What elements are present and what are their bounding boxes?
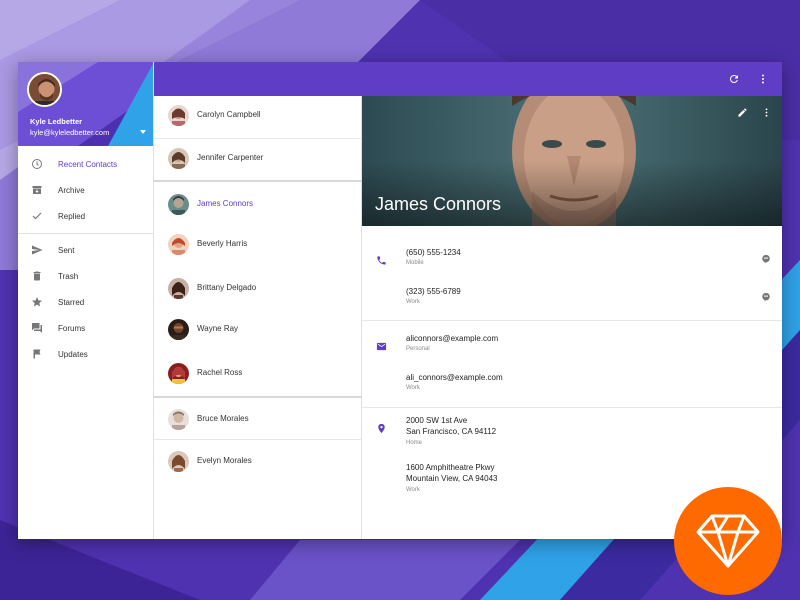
nav-item-starred[interactable]: Starred [18,289,153,315]
address-line-1[interactable]: 2000 SW 1st Ave [406,416,467,425]
nav-label: Forums [58,323,86,333]
address-line-2[interactable]: San Francisco, CA 94112 [406,427,496,436]
contact-name: Bruce Morales [197,414,249,423]
nav-item-sent[interactable]: Sent [18,237,153,263]
edit-icon[interactable] [735,105,749,119]
email-type: Work [406,385,420,391]
contact-hero: James Connors [362,96,782,226]
app-window: Kyle Ledbetter kyle@kyleledbetter.com Re… [18,62,782,539]
nav-item-archive[interactable]: Archive [18,177,153,203]
trash-icon [30,269,44,283]
contact-item-beverly-harris[interactable]: Beverly Harris [154,225,362,263]
nav-label: Archive [58,185,85,195]
nav-item-replied[interactable]: Replied [18,203,153,229]
refresh-icon[interactable] [725,70,743,88]
phone-type: Mobile [406,260,424,266]
contact-avatar [168,409,189,430]
phone-number[interactable]: (650) 555-1234 [406,248,461,257]
message-icon[interactable] [760,253,772,265]
contact-name: Jennifer Carpenter [197,153,264,162]
section-divider [362,407,782,408]
nav-list: Recent Contacts Archive Replied Sent Tra… [18,151,153,367]
contact-list: Carolyn Campbell Jennifer Carpenter Jame… [154,96,362,539]
nav-label: Trash [58,271,79,281]
section-divider [362,320,782,321]
diamond-icon [696,514,760,568]
contact-avatar [168,105,189,126]
account-dropdown-icon[interactable] [140,130,146,134]
contact-item-brittany-delgado[interactable]: Brittany Delgado [154,269,362,307]
contact-name: Beverly Harris [197,239,248,248]
star-icon [30,295,44,309]
phone-icon [374,253,388,267]
phone-type: Work [406,299,420,305]
nav-item-recent-contacts[interactable]: Recent Contacts [18,151,153,177]
nav-item-forums[interactable]: Forums [18,315,153,341]
contact-name-title: James Connors [375,194,502,214]
nav-divider [18,233,153,234]
account-header[interactable]: Kyle Ledbetter kyle@kyleledbetter.com [18,62,153,146]
contact-item-rachel-ross[interactable]: Rachel Ross [154,354,362,392]
clock-icon [30,157,44,171]
address-type: Home [406,440,423,446]
contact-avatar [168,451,189,472]
nav-item-updates[interactable]: Updates [18,341,153,367]
email-address[interactable]: aliconnors@example.com [406,334,498,343]
user-name: Kyle Ledbetter [30,117,83,126]
contact-name: James Connors [197,199,254,208]
avatar[interactable] [27,72,62,107]
send-icon [30,243,44,257]
contact-item-evelyn-morales[interactable]: Evelyn Morales [154,442,362,480]
nav-item-trash[interactable]: Trash [18,263,153,289]
nav-label: Recent Contacts [58,159,118,169]
app-toolbar [154,62,782,96]
contact-item-carolyn-campbell[interactable]: Carolyn Campbell [154,96,362,134]
contact-avatar [168,363,189,384]
contact-item-jennifer-carpenter[interactable]: Jennifer Carpenter [154,139,362,177]
location-icon [374,421,388,435]
more-vert-icon[interactable] [759,105,773,119]
contact-detail: James Connors (650) 555-1234 Mobile (323… [362,96,782,539]
email-address[interactable]: ali_connors@example.com [406,373,503,382]
contact-name: Brittany Delgado [197,283,257,292]
contact-name: Evelyn Morales [197,456,252,465]
nav-label: Replied [58,211,86,221]
contact-avatar [168,148,189,169]
list-divider [154,180,362,182]
forum-icon [30,321,44,335]
contact-item-wayne-ray[interactable]: Wayne Ray [154,310,362,348]
email-type: Personal [406,346,430,352]
archive-icon [30,183,44,197]
contact-item-james-connors[interactable]: James Connors [154,185,362,223]
user-email: kyle@kyleledbetter.com [30,128,110,137]
contact-avatar [168,278,189,299]
nav-label: Updates [58,349,88,359]
message-icon[interactable] [760,291,772,303]
nav-label: Starred [58,297,85,307]
navigation-drawer: Kyle Ledbetter kyle@kyleledbetter.com Re… [18,62,154,539]
flag-icon [30,347,44,361]
contact-avatar [168,234,189,255]
address-line-2[interactable]: Mountain View, CA 94043 [406,474,497,483]
contact-name: Rachel Ross [197,368,243,377]
list-divider [154,396,362,398]
more-vert-icon[interactable] [754,70,772,88]
address-type: Work [406,487,420,493]
check-icon [30,209,44,223]
phone-number[interactable]: (323) 555-6789 [406,287,461,296]
list-divider [154,439,362,440]
email-icon [374,339,388,353]
nav-label: Sent [58,245,75,255]
contact-avatar [168,194,189,215]
contact-name: Wayne Ray [197,324,239,333]
sketch-logo [674,487,782,595]
contact-avatar [168,319,189,340]
contact-item-bruce-morales[interactable]: Bruce Morales [154,400,362,438]
address-line-1[interactable]: 1600 Amphitheatre Pkwy [406,463,495,472]
contact-name: Carolyn Campbell [197,110,261,119]
